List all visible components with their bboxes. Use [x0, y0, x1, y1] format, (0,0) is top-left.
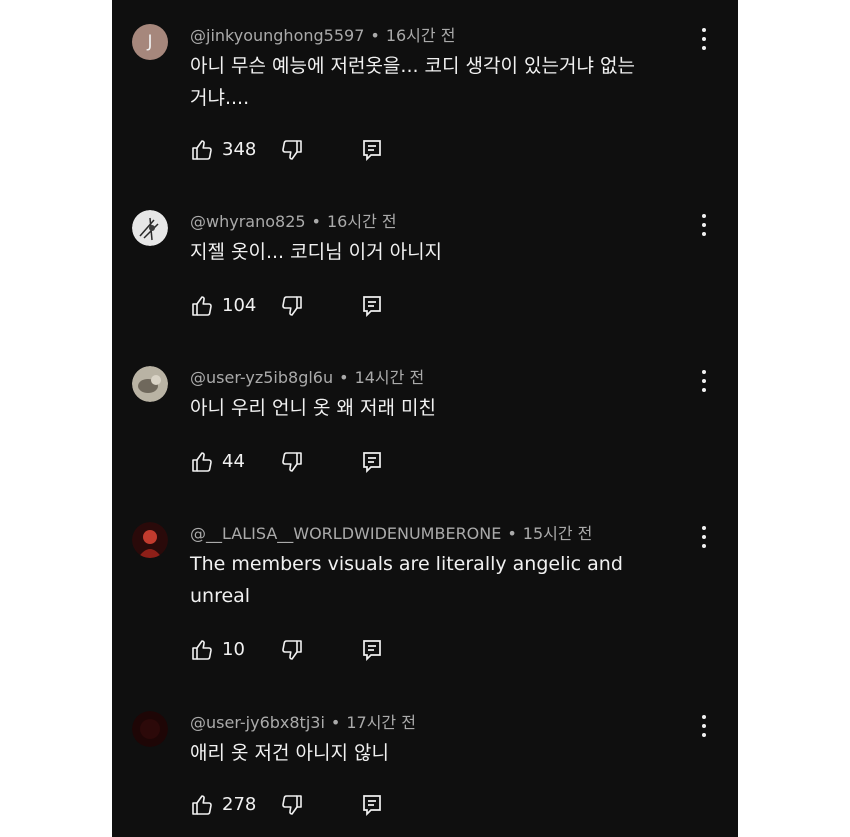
comment-username[interactable]: @whyrano825 — [190, 212, 306, 231]
meta-separator: • — [370, 26, 380, 45]
thumbs-down-icon[interactable] — [280, 450, 304, 474]
thumbs-down-icon[interactable] — [280, 138, 304, 162]
thumbs-up-icon[interactable] — [190, 138, 214, 162]
meta-separator: • — [330, 713, 341, 732]
comment-username[interactable]: @user-yz5ib8gl6u — [190, 368, 333, 387]
thumbs-down-icon[interactable] — [280, 638, 304, 662]
thumbs-up-icon[interactable] — [190, 450, 214, 474]
more-vertical-icon[interactable] — [700, 526, 708, 548]
comment-text-line: The members visuals are literally angeli… — [190, 553, 623, 575]
comment-text-line: unreal — [190, 585, 251, 607]
comment-time: 16시간 전 — [326, 212, 397, 231]
avatar[interactable] — [132, 210, 168, 246]
comment-time: 14시간 전 — [354, 368, 425, 387]
comment-meta: @user-yz5ib8gl6u • 14시간 전 — [190, 364, 424, 388]
avatar[interactable] — [132, 522, 168, 558]
comment-username[interactable]: @user-jy6bx8tj3i — [190, 713, 325, 732]
avatar[interactable] — [132, 366, 168, 402]
comment-username[interactable]: @__LALISA__WORLDWIDENUMBERONE — [190, 524, 501, 543]
comment-time: 17시간 전 — [346, 713, 416, 732]
comment-meta: @user-jy6bx8tj3i • 17시간 전 — [190, 709, 416, 733]
comment-text: 아니 무슨 예능에 저런옷을... 코디 생각이 있는거냐 없는 거냐.... — [190, 50, 690, 114]
comment-meta: @__LALISA__WORLDWIDENUMBERONE • 15시간 전 — [190, 520, 592, 544]
comment-time: 16시간 전 — [385, 26, 456, 45]
comment-text-line: 아니 무슨 예능에 저런옷을... 코디 생각이 있는거냐 없는 — [190, 55, 635, 77]
comment-meta: @whyrano825 • 16시간 전 — [190, 208, 397, 232]
comment-meta: @jinkyounghong5597 • 16시간 전 — [190, 22, 455, 46]
comment-text: 아니 우리 언니 옷 왜 저래 미친 — [190, 397, 436, 419]
meta-separator: • — [339, 368, 349, 387]
avatar[interactable]: J — [132, 24, 168, 60]
more-vertical-icon[interactable] — [700, 715, 708, 737]
more-vertical-icon[interactable] — [700, 28, 708, 50]
thumbs-up-icon[interactable] — [190, 793, 214, 817]
comment-time: 15시간 전 — [522, 524, 593, 543]
reply-icon[interactable] — [360, 450, 384, 474]
avatar-letter: J — [147, 32, 153, 52]
comment-text-line: 거냐.... — [190, 87, 250, 109]
like-count: 44 — [222, 451, 245, 472]
meta-separator: • — [311, 212, 321, 231]
thumbs-down-icon[interactable] — [280, 294, 304, 318]
reply-icon[interactable] — [360, 294, 384, 318]
comment-username[interactable]: @jinkyounghong5597 — [190, 26, 364, 45]
comment-text: 지젤 옷이... 코디님 이거 아니지 — [190, 241, 443, 263]
reply-icon[interactable] — [360, 793, 384, 817]
like-count: 10 — [222, 639, 245, 660]
comment-text: 애리 옷 저건 아니지 않니 — [190, 742, 389, 764]
more-vertical-icon[interactable] — [700, 370, 708, 392]
comment-text: The members visuals are literally angeli… — [190, 548, 690, 612]
meta-separator: • — [507, 524, 517, 543]
thumbs-up-icon[interactable] — [190, 294, 214, 318]
more-vertical-icon[interactable] — [700, 214, 708, 236]
like-count: 278 — [222, 794, 257, 815]
thumbs-down-icon[interactable] — [280, 793, 304, 817]
reply-icon[interactable] — [360, 138, 384, 162]
like-count: 104 — [222, 295, 257, 316]
reply-icon[interactable] — [360, 638, 384, 662]
comments-panel: J @jinkyounghong5597 • 16시간 전 아니 무슨 예능에 저런… — [112, 0, 738, 837]
thumbs-up-icon[interactable] — [190, 638, 214, 662]
avatar[interactable] — [132, 711, 168, 747]
like-count: 348 — [222, 139, 257, 160]
